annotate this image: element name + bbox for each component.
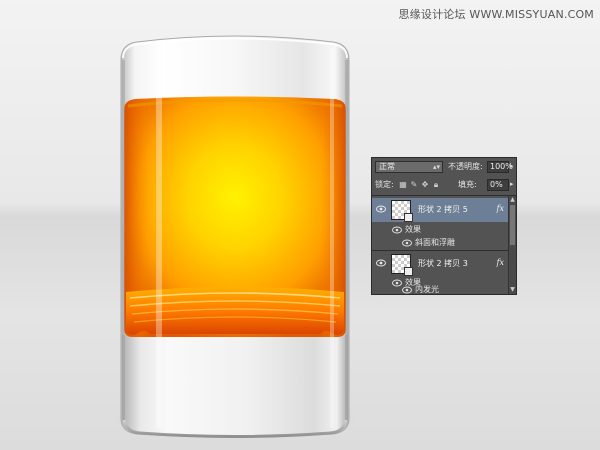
chevron-down-icon: ▴▾	[432, 163, 440, 171]
effects-label: 效果	[405, 225, 421, 234]
opacity-dropdown-icon[interactable]: ▸	[510, 162, 514, 170]
fill-input[interactable]: 0%	[487, 179, 509, 191]
scroll-up-icon[interactable]: ▲	[509, 196, 516, 204]
eye-icon[interactable]	[402, 286, 412, 294]
lock-all-icon[interactable]: 🔒︎	[432, 180, 440, 189]
fx-icon[interactable]: fx	[497, 258, 504, 267]
fill-label: 填充:	[458, 180, 477, 189]
opacity-input[interactable]: 100%	[487, 161, 513, 173]
lock-icons: ▦ ✎ ✥ 🔒︎	[399, 180, 440, 189]
layer-name: 形状 2 拷贝 5	[418, 205, 468, 214]
effect-item: 内发光	[372, 285, 508, 295]
layer-row[interactable]: 形状 2 拷贝 3 fx	[372, 252, 508, 276]
scroll-thumb[interactable]	[510, 205, 515, 245]
effect-name: 内发光	[415, 285, 439, 294]
layer-name: 形状 2 拷贝 3	[418, 259, 468, 268]
shape-badge-icon	[404, 267, 413, 276]
scroll-down-icon[interactable]: ▼	[509, 286, 516, 294]
layers-scrollbar[interactable]: ▲ ▼	[508, 196, 516, 294]
layer-thumbnail	[391, 200, 413, 222]
layers-panel: 正常 ▴▾ 不透明度: 100% ▸ 锁定: ▦ ✎ ✥ 🔒︎ 填充: 0% ▸…	[371, 157, 517, 295]
panel-divider	[372, 195, 516, 196]
layer-row[interactable]: 形状 2 拷贝 5 fx	[372, 198, 508, 222]
glass-base	[122, 335, 348, 436]
eye-icon[interactable]	[376, 259, 386, 267]
opacity-label: 不透明度:	[448, 162, 483, 171]
lock-transparent-icon[interactable]: ▦	[399, 180, 407, 189]
effect-name: 斜面和浮雕	[415, 238, 455, 247]
lock-position-icon[interactable]: ✥	[421, 180, 429, 189]
layer-thumbnail	[391, 254, 413, 276]
fx-icon[interactable]: fx	[497, 204, 504, 213]
eye-icon[interactable]	[392, 226, 402, 234]
blend-mode-value: 正常	[379, 162, 395, 171]
effects-group: 效果	[372, 224, 508, 236]
fill-dropdown-icon[interactable]: ▸	[510, 180, 514, 188]
eye-icon[interactable]	[402, 239, 412, 247]
lock-image-icon[interactable]: ✎	[410, 180, 418, 189]
layer-divider	[372, 250, 516, 251]
lock-label: 锁定:	[375, 180, 394, 189]
blend-mode-select[interactable]: 正常 ▴▾	[375, 161, 443, 173]
effect-item: 斜面和浮雕	[372, 237, 508, 249]
shape-badge-icon	[404, 213, 413, 222]
eye-icon[interactable]	[376, 205, 386, 213]
